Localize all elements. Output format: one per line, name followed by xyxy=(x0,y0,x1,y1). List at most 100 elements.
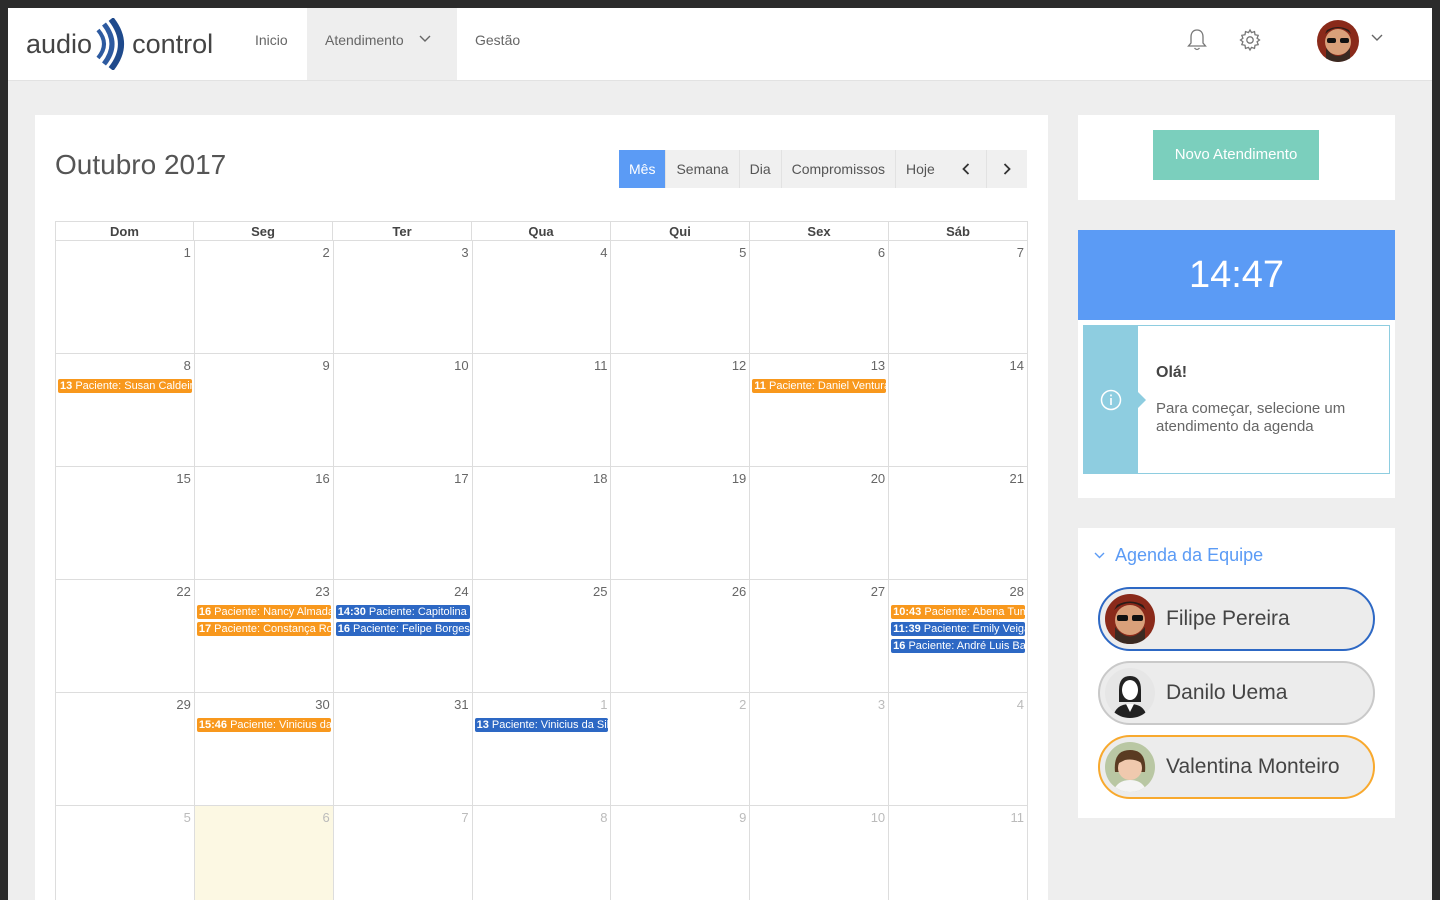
calendar-day-cell[interactable]: 4 xyxy=(472,241,612,354)
event-time: 11:39 xyxy=(893,623,921,635)
calendar-event[interactable]: 16 Paciente: André Luis Bastos xyxy=(891,639,1026,653)
calendar-day-cell[interactable]: 1 13 Paciente: Vinicius da Silva xyxy=(472,693,612,806)
calendar-event[interactable]: 11 Paciente: Daniel Ventura xyxy=(752,379,887,393)
team-member-danilo[interactable]: Danilo Uema xyxy=(1098,661,1375,725)
calendar-day-cell[interactable]: 10 xyxy=(333,354,473,467)
calendar-event[interactable]: 13 Paciente: Susan Caldeira xyxy=(58,379,192,393)
calendar-day-cell[interactable]: 31 xyxy=(333,693,473,806)
calendar-day-cell[interactable]: 20 xyxy=(750,467,890,580)
calendar-day-cell[interactable]: 19 xyxy=(611,467,751,580)
calendar-day-cell[interactable]: 4 xyxy=(889,693,1029,806)
calendar-day-cell[interactable]: 6 xyxy=(750,241,890,354)
calendar-day-cell[interactable]: 7 xyxy=(334,806,473,900)
calendar-day-cell[interactable]: 17 xyxy=(333,467,473,580)
calendar-event[interactable]: 10:43 Paciente: Abena Tuma xyxy=(891,605,1026,619)
calendar-day-cell[interactable]: 1 xyxy=(56,241,195,354)
calendar-day-cell[interactable]: 2 xyxy=(611,693,751,806)
calendar-day-cell[interactable]: 29 xyxy=(56,693,195,806)
event-time: 15:46 xyxy=(198,719,227,731)
user-menu-chevron-icon[interactable] xyxy=(1371,34,1383,42)
calendar-day-cell[interactable]: 3 xyxy=(333,241,473,354)
calendar-day-cell[interactable]: 3 xyxy=(750,693,890,806)
bell-icon[interactable] xyxy=(1185,28,1209,52)
day-number: 5 xyxy=(739,245,747,260)
team-agenda-toggle[interactable]: Agenda da Equipe xyxy=(1094,545,1263,566)
calendar-day-cell[interactable]: 5 xyxy=(611,241,751,354)
user-avatar[interactable] xyxy=(1317,20,1359,62)
day-events: 11 Paciente: Daniel Ventura xyxy=(752,379,887,396)
calendar-day-cell[interactable]: 10 xyxy=(750,806,890,900)
nav-gestao[interactable]: Gestão xyxy=(475,8,520,80)
logo-text-control: control xyxy=(132,28,214,59)
audiocontrol-logo[interactable]: audio control xyxy=(26,18,213,70)
calendar-week-row: 1 2 3 4 5 6 7 xyxy=(56,241,1029,354)
calendar-day-cell[interactable]: 18 xyxy=(472,467,612,580)
team-member-filipe[interactable]: Filipe Pereira xyxy=(1098,587,1375,651)
team-member-valentina[interactable]: Valentina Monteiro xyxy=(1098,735,1375,799)
day-of-week-header: Dom Seg Ter Qua Qui Sex Sáb xyxy=(56,222,1028,241)
day-number: 23 xyxy=(315,584,330,599)
calendar-event[interactable]: 13 Paciente: Vinicius da Silva xyxy=(474,718,609,732)
calendar-day-cell[interactable]: 9 xyxy=(194,354,334,467)
calendar-event[interactable]: 16 Paciente: Felipe Borges xyxy=(335,622,470,636)
day-number: 9 xyxy=(739,810,747,825)
calendar-day-cell[interactable]: 11 xyxy=(889,806,1029,900)
day-number: 10 xyxy=(454,358,469,373)
prev-month-button[interactable] xyxy=(945,150,986,188)
calendar-day-cell[interactable]: 27 xyxy=(750,580,890,693)
calendar-event[interactable]: 16 Paciente: Nancy Almada xyxy=(196,605,331,619)
event-time: 16 xyxy=(337,623,350,635)
calendar-day-cell[interactable]: 28 10:43 Paciente: Abena Tuma 11:39 Pacien… xyxy=(889,580,1029,693)
top-header: audio control Inicio Atendimento Gestão xyxy=(8,8,1432,81)
calendar-view-switcher: Mês Semana Dia Compromissos Hoje xyxy=(619,150,945,188)
calendar-day-cell[interactable]: 5 xyxy=(56,806,195,900)
view-week-button[interactable]: Semana xyxy=(666,150,740,188)
calendar-day-cell[interactable]: 8 xyxy=(473,806,612,900)
calendar-day-cell[interactable]: 11 xyxy=(472,354,612,467)
today-button[interactable]: Hoje xyxy=(895,150,945,188)
gear-icon[interactable] xyxy=(1238,28,1262,52)
calendar-event[interactable]: 11:39 Paciente: Emily Veiga xyxy=(891,622,1026,636)
calendar-day-cell[interactable]: 13 11 Paciente: Daniel Ventura xyxy=(750,354,890,467)
day-number: 20 xyxy=(870,471,886,486)
view-month-button[interactable]: Mês xyxy=(619,150,667,188)
event-title: Paciente: Vinicius da Silva xyxy=(491,719,609,731)
calendar-event[interactable]: 15:46 Paciente: Vinicius da Silva xyxy=(196,718,331,732)
calendar-event[interactable]: 17 Paciente: Constança Rocha xyxy=(196,622,331,636)
view-agenda-button[interactable]: Compromissos xyxy=(781,150,896,188)
nav-atendimento[interactable]: Atendimento xyxy=(307,8,457,80)
event-title: Paciente: Capitolina xyxy=(368,606,467,618)
calendar-day-cell[interactable]: 7 xyxy=(889,241,1029,354)
calendar-day-cell[interactable]: 9 xyxy=(611,806,751,900)
calendar-day-cell[interactable]: 24 14:30 Paciente: Capitolina 16 Paciente:… xyxy=(333,580,473,693)
calendar-day-cell[interactable]: 30 15:46 Paciente: Vinicius da Silva xyxy=(194,693,334,806)
day-events: 15:46 Paciente: Vinicius da Silva xyxy=(196,718,331,735)
event-time: 16 xyxy=(893,640,906,652)
nav-inicio[interactable]: Inicio xyxy=(255,8,288,80)
calendar-day-cell[interactable]: 26 xyxy=(611,580,751,693)
calendar-day-cell[interactable]: 15 xyxy=(56,467,195,580)
calendar-day-cell[interactable]: 23 16 Paciente: Nancy Almada 17 Paciente: … xyxy=(194,580,334,693)
event-time: 13 xyxy=(60,380,73,392)
novo-atendimento-button[interactable]: Novo Atendimento xyxy=(1153,130,1319,180)
calendar-day-cell[interactable]: 21 xyxy=(889,467,1029,580)
calendar-day-cell[interactable]: 16 xyxy=(194,467,334,580)
calendar-day-cell[interactable]: 14 xyxy=(889,354,1029,467)
calendar-day-cell[interactable]: 8 13 Paciente: Susan Caldeira xyxy=(56,354,195,467)
event-title: Paciente: Vinicius da Silva xyxy=(230,719,331,731)
calendar-day-cell[interactable]: 25 xyxy=(472,580,612,693)
next-month-button[interactable] xyxy=(986,150,1027,188)
calendar-day-today[interactable]: 6 xyxy=(194,806,334,900)
day-number: 9 xyxy=(322,358,330,373)
calendar-event[interactable]: 14:30 Paciente: Capitolina xyxy=(335,605,470,619)
view-day-button[interactable]: Dia xyxy=(739,150,782,188)
day-of-week-label: Qui xyxy=(611,222,750,241)
day-number: 25 xyxy=(592,584,608,599)
day-number: 18 xyxy=(592,471,608,486)
day-number: 21 xyxy=(1009,471,1025,486)
calendar-day-cell[interactable]: 2 xyxy=(194,241,334,354)
logo-waves-icon xyxy=(96,18,125,70)
day-events: 14:30 Paciente: Capitolina 16 Paciente: F… xyxy=(335,605,470,639)
calendar-day-cell[interactable]: 22 xyxy=(56,580,195,693)
calendar-day-cell[interactable]: 12 xyxy=(611,354,751,467)
